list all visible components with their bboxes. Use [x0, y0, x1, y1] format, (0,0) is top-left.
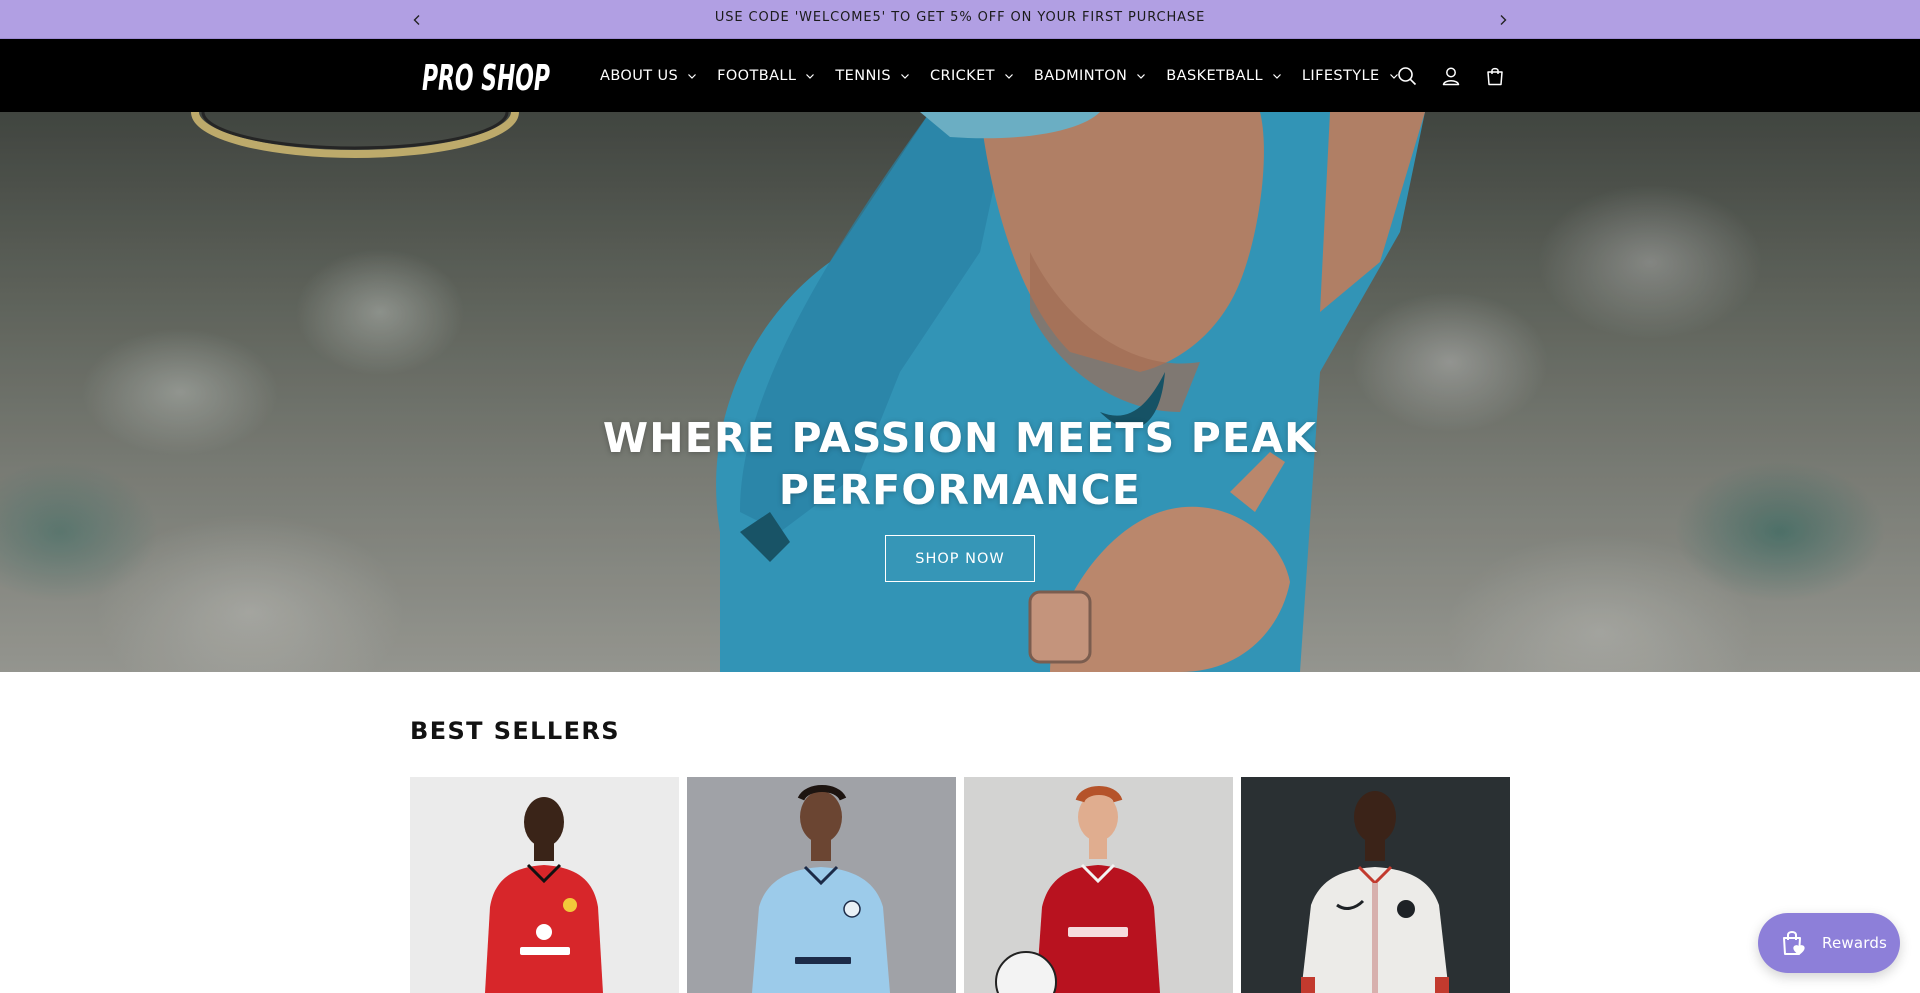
announcement-next-button[interactable]: [1488, 0, 1518, 39]
cart-button[interactable]: [1473, 54, 1517, 98]
nav-label: FOOTBALL: [717, 67, 797, 84]
product-card-white-jersey[interactable]: [1241, 777, 1510, 993]
main-nav: ABOUT US FOOTBALL TENNIS CRICKET BADMINT…: [590, 39, 1409, 112]
rewards-launcher-button[interactable]: Rewards: [1758, 913, 1900, 973]
product-card-red-jersey[interactable]: [410, 777, 679, 993]
announcement-prev-button[interactable]: [402, 0, 432, 39]
hero-overlay: [0, 112, 1920, 672]
product-grid: [410, 777, 1510, 993]
search-icon: [1398, 66, 1417, 85]
nav-item-badminton[interactable]: BADMINTON: [1024, 39, 1156, 112]
best-sellers-title: BEST SELLERS: [410, 717, 620, 745]
chevron-down-icon: [1004, 73, 1013, 79]
shopping-bag-heart-icon: [1783, 931, 1805, 955]
product-image: [964, 777, 1233, 993]
hero-banner: WHERE PASSION MEETS PEAK PERFORMANCE SHO…: [0, 112, 1920, 672]
nav-label: LIFESTYLE: [1301, 67, 1380, 84]
account-button[interactable]: [1429, 54, 1473, 98]
chevron-down-icon: [688, 73, 697, 79]
nav-item-basketball[interactable]: BASKETBALL: [1156, 39, 1292, 112]
nav-item-football[interactable]: FOOTBALL: [707, 39, 825, 112]
chevron-down-icon: [1272, 73, 1281, 79]
product-image: [410, 777, 679, 993]
site-header: PRO SHOP ABOUT US FOOTBALL TENNIS CRICKE…: [0, 39, 1920, 112]
nav-label: ABOUT US: [600, 67, 679, 84]
chevron-down-icon: [1137, 73, 1146, 79]
chevron-left-icon: [413, 14, 420, 25]
pro-shop-logo: PRO SHOP: [422, 58, 550, 97]
header-icons: [1385, 39, 1517, 112]
chevron-right-icon: [1500, 14, 1507, 25]
site-logo[interactable]: PRO SHOP: [420, 53, 554, 97]
cart-icon: [1487, 67, 1503, 85]
search-button[interactable]: [1385, 54, 1429, 98]
nav-label: CRICKET: [929, 67, 995, 84]
nav-label: BADMINTON: [1033, 67, 1128, 84]
account-icon: [1442, 67, 1460, 85]
nav-item-tennis[interactable]: TENNIS: [825, 39, 920, 112]
product-card-sky-blue-jersey[interactable]: [687, 777, 956, 993]
nav-item-about-us[interactable]: ABOUT US: [590, 39, 707, 112]
announcement-bar: USE CODE 'WELCOME5' TO GET 5% OFF ON YOU…: [0, 0, 1920, 39]
nav-label: BASKETBALL: [1166, 67, 1263, 84]
svg-text:PRO SHOP: PRO SHOP: [422, 58, 550, 97]
nav-item-cricket[interactable]: CRICKET: [920, 39, 1024, 112]
chevron-down-icon: [806, 73, 815, 79]
nav-label: TENNIS: [835, 67, 891, 84]
announcement-message: USE CODE 'WELCOME5' TO GET 5% OFF ON YOU…: [714, 10, 1206, 25]
rewards-label: Rewards: [1822, 934, 1888, 952]
product-card-liverpool-jersey[interactable]: [964, 777, 1233, 993]
shop-now-button[interactable]: SHOP NOW: [885, 535, 1035, 582]
hero-title: WHERE PASSION MEETS PEAK PERFORMANCE: [602, 414, 1318, 514]
chevron-down-icon: [901, 73, 909, 79]
product-image: [687, 777, 956, 993]
product-image: [1241, 777, 1510, 993]
